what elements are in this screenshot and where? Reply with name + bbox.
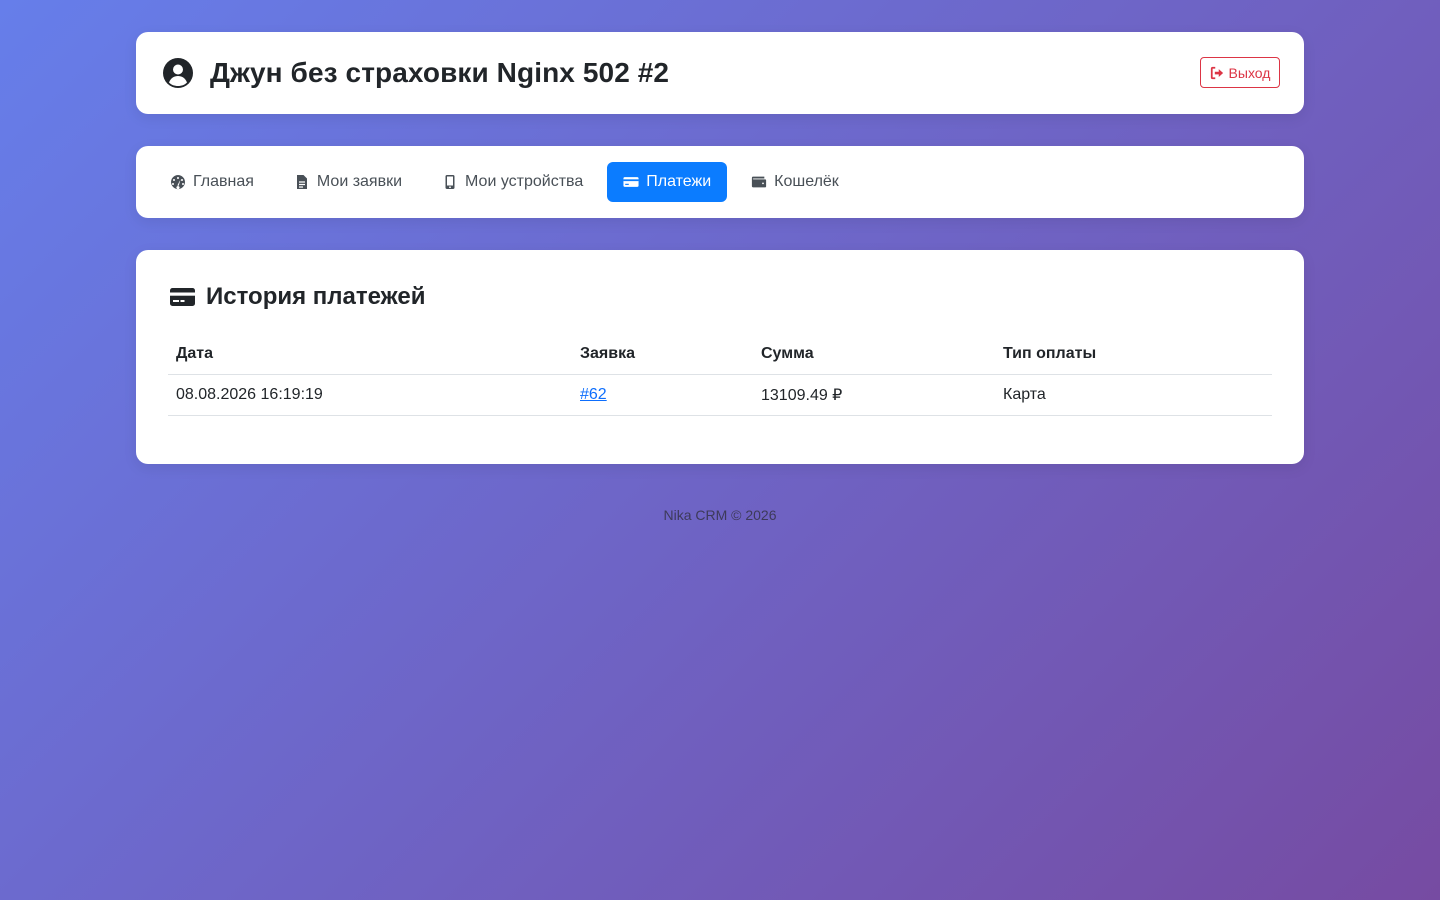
nav-label-wallet: Кошелёк	[774, 173, 839, 190]
payments-table: Дата Заявка Сумма Тип оплаты 08.08.2026 …	[168, 334, 1272, 416]
nav-label-my-requests: Мои заявки	[316, 173, 403, 190]
nav-item-my-devices[interactable]: Мои устройства	[426, 162, 599, 202]
file-icon	[296, 175, 307, 189]
column-header-payment-type: Тип оплаты	[995, 334, 1272, 375]
credit-card-icon	[623, 177, 639, 187]
cell-order: #62	[572, 374, 753, 416]
table-header-row: Дата Заявка Сумма Тип оплаты	[168, 334, 1272, 375]
user-circle-icon	[163, 58, 193, 88]
column-header-order: Заявка	[572, 334, 753, 375]
column-header-date: Дата	[168, 334, 572, 375]
logout-button[interactable]: Выход	[1200, 57, 1280, 88]
header-card: Джун без страховки Nginx 502 #2 Выход	[136, 32, 1304, 114]
cell-amount: 13109.49 ₽	[753, 374, 995, 416]
credit-card-icon	[170, 288, 195, 306]
section-title: История платежей	[170, 283, 425, 311]
nav-label-home: Главная	[193, 173, 254, 190]
nav-item-payments[interactable]: Платежи	[607, 162, 728, 202]
table-row: 08.08.2026 16:19:19 #62 13109.49 ₽ Карта	[168, 374, 1272, 416]
column-header-amount: Сумма	[753, 334, 995, 375]
nav-item-wallet[interactable]: Кошелёк	[735, 162, 855, 202]
order-link[interactable]: #62	[580, 386, 607, 403]
main-nav: Главная Мои заявки Мои устройства Платеж…	[154, 162, 855, 202]
footer-text: Nika CRM © 2026	[663, 507, 777, 523]
mobile-icon	[445, 175, 455, 189]
cell-payment-type: Карта	[995, 374, 1272, 416]
nav-item-home[interactable]: Главная	[154, 162, 270, 202]
gauge-icon	[171, 175, 186, 190]
nav-label-my-devices: Мои устройства	[465, 173, 584, 190]
logout-label: Выход	[1228, 64, 1271, 81]
sign-out-icon	[1210, 66, 1223, 79]
page-title: Джун без страховки Nginx 502 #2	[210, 57, 670, 88]
nav-item-my-requests[interactable]: Мои заявки	[278, 162, 418, 202]
nav-card: Главная Мои заявки Мои устройства Платеж…	[136, 146, 1304, 218]
section-title-text: История платежей	[206, 283, 426, 310]
wallet-icon	[752, 176, 767, 188]
cell-date: 08.08.2026 16:19:19	[168, 374, 572, 416]
nav-label-payments: Платежи	[646, 173, 712, 190]
payments-card: История платежей Дата Заявка Сумма Тип о…	[136, 250, 1304, 464]
